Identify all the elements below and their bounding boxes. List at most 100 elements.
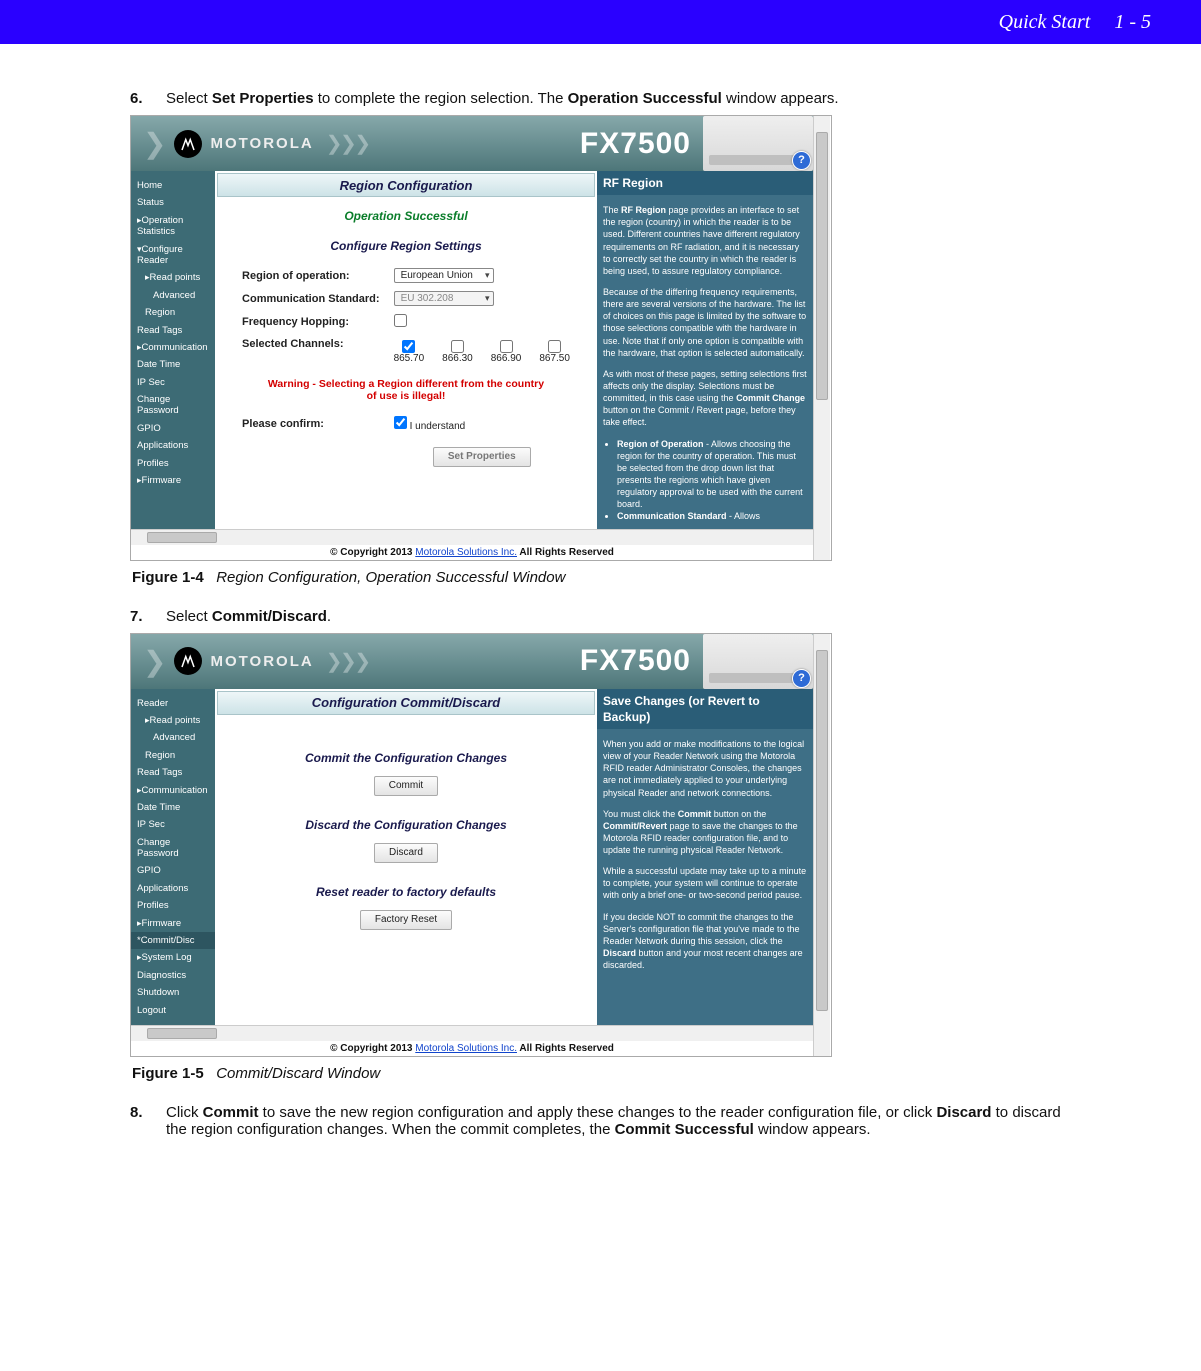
sidebar-item-read-points[interactable]: Read points <box>131 712 215 729</box>
sidebar-item-profiles[interactable]: Profiles <box>131 897 215 914</box>
comm-std-select[interactable]: EU 302.208 <box>394 291 494 306</box>
sidebar-item-commit-discard[interactable]: *Commit/Disc <box>131 932 215 949</box>
vertical-scrollbar[interactable] <box>813 116 830 560</box>
operation-successful-message: Operation Successful <box>215 209 597 223</box>
screenshot-region-config: ❯ MOTOROLA ❯ ❯ ❯ FX7500 Home Status <box>130 115 832 561</box>
sidebar-item-reader[interactable]: Reader <box>131 695 215 712</box>
channel-label: 866.30 <box>442 353 473 364</box>
freq-hop-checkbox[interactable] <box>394 314 407 327</box>
horizontal-scrollbar[interactable] <box>131 529 813 545</box>
sidebar: Reader Read points Advanced Region Read … <box>131 689 215 1025</box>
sidebar-item-gpio[interactable]: GPIO <box>131 420 215 437</box>
chevron-icon: ❯ ❯ ❯ <box>314 649 379 674</box>
sidebar-item-firmware[interactable]: Firmware <box>131 472 215 489</box>
sidebar-item-read-points[interactable]: Read points <box>131 269 215 286</box>
sidebar-item-logout[interactable]: Logout <box>131 1002 215 1019</box>
banner: ❯ MOTOROLA ❯ ❯ ❯ FX7500 <box>131 634 813 689</box>
main-pane: Region Configuration Operation Successfu… <box>215 171 597 529</box>
sidebar-item-read-tags[interactable]: Read Tags <box>131 322 215 339</box>
sidebar-item-applications[interactable]: Applications <box>131 437 215 454</box>
sidebar-item-advanced[interactable]: Advanced <box>131 729 215 746</box>
step-number: 8. <box>130 1104 166 1138</box>
sidebar-item-region[interactable]: Region <box>131 747 215 764</box>
sidebar-item-configure-reader[interactable]: Configure Reader <box>131 241 215 270</box>
section-heading: Discard the Configuration Changes <box>215 818 597 832</box>
help-pane: ? RF Region The RF Region page provides … <box>597 171 813 529</box>
help-icon[interactable]: ? <box>792 669 811 688</box>
copyright-footer: © Copyright 2013 Motorola Solutions Inc.… <box>131 545 813 560</box>
confirm-text: I understand <box>410 421 466 432</box>
help-pane: ? Save Changes (or Revert to Backup) Whe… <box>597 689 813 1025</box>
freq-hop-label: Frequency Hopping: <box>236 311 386 333</box>
copyright-footer: © Copyright 2013 Motorola Solutions Inc.… <box>131 1041 813 1056</box>
main-pane: Configuration Commit/Discard Commit the … <box>215 689 597 1025</box>
motorola-logo-icon <box>174 647 202 675</box>
region-label: Region of operation: <box>236 265 386 286</box>
sidebar-item-status[interactable]: Status <box>131 194 215 211</box>
screenshot-commit-discard: ❯ MOTOROLA ❯ ❯ ❯ FX7500 Reader Read poin <box>130 633 832 1057</box>
sidebar-item-shutdown[interactable]: Shutdown <box>131 984 215 1001</box>
sidebar-item-change-password[interactable]: Change Password <box>131 391 215 420</box>
help-title: RF Region <box>597 171 813 195</box>
help-text: While a successful update may take up to… <box>603 865 807 901</box>
channel-checkbox-2[interactable] <box>451 340 464 353</box>
channel-row: 865.70 866.30 866.90 867.50 <box>394 340 570 364</box>
product-name: FX7500 <box>580 127 703 161</box>
vertical-scrollbar[interactable] <box>813 634 830 1056</box>
channel-checkbox-4[interactable] <box>548 340 561 353</box>
section-heading: Reset reader to factory defaults <box>215 885 597 899</box>
footer-link[interactable]: Motorola Solutions Inc. <box>415 547 517 558</box>
sidebar-item-firmware[interactable]: Firmware <box>131 915 215 932</box>
help-text: When you add or make modifications to th… <box>603 738 807 799</box>
header-section: Quick Start <box>999 11 1091 34</box>
step-number: 7. <box>130 608 166 625</box>
sidebar-item-system-log[interactable]: System Log <box>131 949 215 966</box>
region-form: Region of operation: European Union Comm… <box>234 263 578 472</box>
factory-reset-button[interactable]: Factory Reset <box>360 910 452 930</box>
step-8: 8. Click Commit to save the new region c… <box>130 1104 1071 1138</box>
help-text: Because of the differing frequency requi… <box>603 286 807 359</box>
brand-text: MOTOROLA <box>210 653 313 670</box>
step-7: 7. Select Commit/Discard. <box>130 608 1071 625</box>
channel-checkbox-1[interactable] <box>402 340 415 353</box>
sidebar-item-change-password[interactable]: Change Password <box>131 834 215 863</box>
discard-button[interactable]: Discard <box>374 843 438 863</box>
sidebar-item-home[interactable]: Home <box>131 177 215 194</box>
page-header: Quick Start 1 - 5 <box>0 0 1201 44</box>
sidebar-item-region[interactable]: Region <box>131 304 215 321</box>
step-body: Select Commit/Discard. <box>166 608 1071 625</box>
chevron-icon: ❯ <box>131 127 174 160</box>
sidebar-item-read-tags[interactable]: Read Tags <box>131 764 215 781</box>
help-text: You must click the Commit button on the … <box>603 808 807 857</box>
sidebar-item-applications[interactable]: Applications <box>131 880 215 897</box>
ui-term: Operation Successful <box>568 90 722 107</box>
section-heading: Commit the Configuration Changes <box>215 751 597 765</box>
sidebar-item-date-time[interactable]: Date Time <box>131 356 215 373</box>
region-select[interactable]: European Union <box>394 268 494 283</box>
horizontal-scrollbar[interactable] <box>131 1025 813 1041</box>
sidebar-item-communication[interactable]: Communication <box>131 339 215 356</box>
motorola-logo: MOTOROLA <box>174 647 313 675</box>
help-list: Region of Operation - Allows choosing th… <box>617 438 807 523</box>
sidebar: Home Status Operation Statistics Configu… <box>131 171 215 529</box>
step-body: Click Commit to save the new region conf… <box>166 1104 1071 1138</box>
sidebar-item-ip-sec[interactable]: IP Sec <box>131 374 215 391</box>
sidebar-item-diagnostics[interactable]: Diagnostics <box>131 967 215 984</box>
confirm-checkbox[interactable] <box>394 416 407 429</box>
help-icon[interactable]: ? <box>792 151 811 170</box>
sidebar-item-ip-sec[interactable]: IP Sec <box>131 816 215 833</box>
sidebar-item-date-time[interactable]: Date Time <box>131 799 215 816</box>
channel-label: 867.50 <box>539 353 570 364</box>
page-content: 6. Select Set Properties to complete the… <box>0 44 1201 1186</box>
sidebar-item-profiles[interactable]: Profiles <box>131 455 215 472</box>
commit-button[interactable]: Commit <box>374 776 438 796</box>
pane-title: Region Configuration <box>217 173 595 197</box>
channel-checkbox-3[interactable] <box>500 340 513 353</box>
sidebar-item-op-stats[interactable]: Operation Statistics <box>131 212 215 241</box>
footer-link[interactable]: Motorola Solutions Inc. <box>415 1043 517 1054</box>
sidebar-item-gpio[interactable]: GPIO <box>131 862 215 879</box>
figure-caption-1-4: Figure 1-4 Region Configuration, Operati… <box>132 569 1069 586</box>
sidebar-item-advanced[interactable]: Advanced <box>131 287 215 304</box>
sidebar-item-communication[interactable]: Communication <box>131 782 215 799</box>
set-properties-button[interactable]: Set Properties <box>433 447 531 467</box>
